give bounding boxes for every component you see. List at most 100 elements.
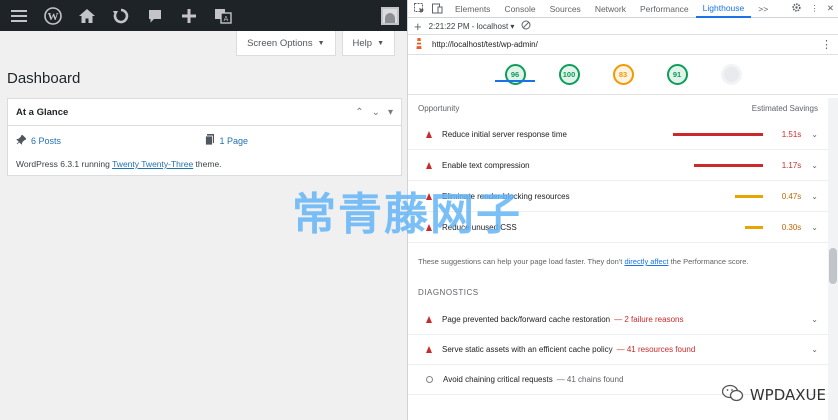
glance-counts: 6 Posts 1 Page bbox=[8, 126, 401, 147]
home-icon[interactable] bbox=[76, 5, 98, 27]
chevron-down-icon[interactable]: ⌄ bbox=[811, 161, 818, 170]
note-text: These suggestions can help your page loa… bbox=[418, 257, 625, 266]
diagnostic-row[interactable]: Page prevented back/forward cache restor… bbox=[408, 305, 828, 335]
screen-options-button[interactable]: Screen Options ▼ bbox=[236, 31, 336, 56]
tab-network[interactable]: Network bbox=[588, 0, 633, 18]
tab-console[interactable]: Console bbox=[497, 0, 542, 18]
info-circle-icon bbox=[426, 376, 433, 383]
score-gauge-wrap[interactable]: 96 bbox=[495, 64, 535, 85]
pages-count: 1 Page bbox=[219, 135, 249, 146]
wordpress-version-info: WordPress 6.3.1 running Twenty Twenty-Th… bbox=[8, 147, 401, 169]
savings-bar bbox=[694, 163, 764, 167]
widget-controls: ⌃ ⌄ ▾ bbox=[355, 107, 393, 118]
updates-icon[interactable] bbox=[110, 5, 132, 27]
score-gauge[interactable]: 100 bbox=[558, 64, 580, 85]
savings-bar-track bbox=[673, 163, 764, 167]
score-gauge-wrap[interactable]: 91 bbox=[657, 64, 697, 85]
brand-watermark: WPDAXUE bbox=[721, 384, 826, 406]
more-options-icon[interactable]: ⋮ bbox=[810, 3, 819, 14]
report-time: 2:21:22 PM - localhost bbox=[428, 21, 509, 31]
chevron-down-icon[interactable]: ⌄ bbox=[811, 223, 818, 232]
opportunity-header: Opportunity Estimated Savings bbox=[408, 98, 828, 119]
close-icon[interactable]: ✕ bbox=[827, 3, 834, 14]
settings-icon[interactable] bbox=[791, 2, 802, 15]
report-url[interactable]: http://localhost/test/wp-admin/ bbox=[432, 40, 538, 49]
diagnostic-title: Serve static assets with an efficient ca… bbox=[442, 345, 613, 354]
score-gauge-wrap[interactable]: 83 bbox=[603, 64, 643, 85]
pin-icon bbox=[16, 133, 27, 147]
move-up-icon[interactable]: ⌃ bbox=[355, 107, 363, 118]
more-tabs-button[interactable]: >> bbox=[751, 0, 775, 18]
page-icon bbox=[204, 134, 215, 147]
pwa-gauge-wrap[interactable] bbox=[711, 64, 751, 85]
caret-down-icon: ▼ bbox=[377, 39, 384, 47]
category-scores: 96 100 83 91 bbox=[408, 55, 838, 95]
chevron-down-icon[interactable]: ⌄ bbox=[811, 192, 818, 201]
toggle-panel-icon[interactable]: ▾ bbox=[388, 107, 393, 118]
devtools-actions: ⋮ ✕ bbox=[791, 2, 834, 15]
lighthouse-logo-icon bbox=[414, 37, 424, 52]
savings-bar bbox=[735, 194, 764, 198]
tab-performance[interactable]: Performance bbox=[633, 0, 696, 18]
widget-header: At a Glance ⌃ ⌄ ▾ bbox=[8, 99, 401, 126]
estimated-savings-label: Estimated Savings bbox=[751, 104, 818, 113]
caret-down-icon: ▼ bbox=[317, 39, 325, 47]
new-content-icon[interactable] bbox=[178, 5, 200, 27]
diagnostics-heading: DIAGNOSTICS bbox=[418, 288, 479, 297]
help-button[interactable]: Help ▼ bbox=[341, 31, 395, 56]
inspect-element-icon[interactable] bbox=[412, 2, 426, 16]
opportunity-row[interactable]: Enable text compression 1.17s ⌄ bbox=[408, 150, 828, 181]
note-suffix: the Performance score. bbox=[668, 257, 749, 266]
lighthouse-toolbar: + 2:21:22 PM - localhost ▾ bbox=[408, 18, 838, 35]
user-avatar[interactable] bbox=[381, 6, 399, 25]
directly-affect-link[interactable]: directly affect bbox=[624, 257, 668, 266]
chevron-down-icon[interactable]: ⌄ bbox=[811, 315, 818, 324]
scrollbar-thumb[interactable] bbox=[829, 248, 837, 284]
screen-options-label: Screen Options bbox=[247, 37, 313, 49]
move-down-icon[interactable]: ⌄ bbox=[372, 107, 380, 118]
chevron-down-icon[interactable]: ⌄ bbox=[811, 345, 818, 354]
fail-triangle-icon bbox=[426, 316, 432, 323]
tab-lighthouse[interactable]: Lighthouse bbox=[695, 0, 752, 18]
devtools-tabbar: Elements Console Sources Network Perform… bbox=[408, 0, 838, 18]
clear-reports-icon[interactable] bbox=[521, 20, 531, 32]
performance-note: These suggestions can help your page loa… bbox=[408, 243, 828, 266]
help-label: Help bbox=[352, 37, 373, 49]
new-report-icon[interactable]: + bbox=[414, 19, 422, 34]
fail-triangle-icon bbox=[426, 161, 432, 169]
diagnostic-title: Avoid chaining critical requests bbox=[443, 375, 553, 384]
posts-count: 6 Posts bbox=[31, 135, 62, 146]
chevron-down-icon[interactable]: ⌄ bbox=[811, 130, 818, 139]
svg-text:W: W bbox=[48, 11, 59, 23]
savings-value: 0.30s bbox=[781, 222, 802, 232]
menu-icon[interactable] bbox=[8, 5, 30, 27]
pages-count-link[interactable]: 1 Page bbox=[204, 134, 394, 147]
report-menu-icon[interactable]: ⋮ bbox=[821, 38, 832, 51]
device-toolbar-icon[interactable] bbox=[430, 2, 444, 16]
savings-value: 1.17s bbox=[781, 160, 802, 170]
translate-icon[interactable]: A bbox=[212, 5, 234, 27]
diagnostic-detail: — 41 chains found bbox=[556, 375, 624, 384]
tab-elements[interactable]: Elements bbox=[448, 0, 497, 18]
savings-value: 0.47s bbox=[781, 191, 802, 201]
score-gauge[interactable]: 96 bbox=[504, 64, 526, 85]
comments-icon[interactable] bbox=[144, 5, 166, 27]
score-gauge[interactable]: 91 bbox=[666, 64, 688, 85]
diagnostic-row[interactable]: Serve static assets with an efficient ca… bbox=[408, 335, 828, 365]
theme-link[interactable]: Twenty Twenty-Three bbox=[112, 159, 193, 169]
savings-bar-track bbox=[673, 194, 764, 198]
tab-sources[interactable]: Sources bbox=[543, 0, 588, 18]
opportunity-row[interactable]: Reduce initial server response time 1.51s… bbox=[408, 119, 828, 150]
score-gauge[interactable]: 83 bbox=[612, 64, 634, 85]
savings-bar-track bbox=[673, 225, 764, 229]
scrollbar[interactable] bbox=[828, 98, 838, 420]
diagnostic-title: Page prevented back/forward cache restor… bbox=[442, 315, 611, 324]
wordpress-logo-icon[interactable]: W bbox=[42, 5, 64, 27]
pwa-badge-icon[interactable] bbox=[720, 64, 742, 85]
wechat-icon bbox=[721, 384, 744, 406]
score-gauge-wrap[interactable]: 100 bbox=[549, 64, 589, 85]
fail-triangle-icon bbox=[426, 346, 432, 353]
report-selector[interactable]: 2:21:22 PM - localhost ▾ bbox=[429, 22, 515, 31]
widget-title: At a Glance bbox=[16, 106, 69, 118]
posts-count-link[interactable]: 6 Posts bbox=[16, 133, 205, 147]
